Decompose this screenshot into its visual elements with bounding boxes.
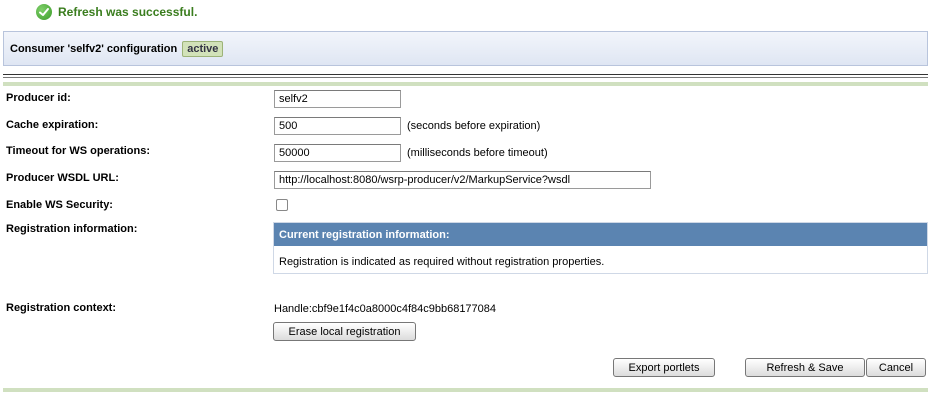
wsdl-url-label: Producer WSDL URL: xyxy=(6,172,119,184)
consumer-title: Consumer 'selfv2' configuration xyxy=(10,42,178,55)
ws-security-label: Enable WS Security: xyxy=(6,199,113,211)
divider xyxy=(3,82,928,86)
wsdl-url-input[interactable] xyxy=(274,171,651,189)
registration-panel-title: Current registration information: xyxy=(274,223,927,246)
ws-security-checkbox[interactable] xyxy=(276,199,288,211)
cache-expiration-hint: (seconds before expiration) xyxy=(407,120,541,132)
consumer-header: Consumer 'selfv2' configuration active xyxy=(3,31,928,66)
producer-id-input[interactable] xyxy=(274,90,401,108)
registration-handle: Handle:cbf9e1f4c0a8000c4f84c9bb68177084 xyxy=(274,303,497,315)
divider xyxy=(3,388,928,392)
registration-info-label: Registration information: xyxy=(6,223,138,235)
success-text: Refresh was successful. xyxy=(58,5,198,19)
registration-info-panel: Current registration information: Regist… xyxy=(273,222,928,274)
registration-panel-text: Registration is indicated as required wi… xyxy=(279,256,605,268)
timeout-input[interactable] xyxy=(274,144,401,162)
cache-expiration-input[interactable] xyxy=(274,117,401,135)
timeout-label: Timeout for WS operations: xyxy=(6,145,151,157)
cancel-button[interactable]: Cancel xyxy=(866,358,926,377)
producer-id-label: Producer id: xyxy=(6,92,71,104)
erase-registration-button[interactable]: Erase local registration xyxy=(273,322,416,341)
success-message: Refresh was successful. xyxy=(36,4,197,20)
export-portlets-button[interactable]: Export portlets xyxy=(613,358,715,377)
registration-context-label: Registration context: xyxy=(6,302,117,314)
check-icon xyxy=(36,4,52,20)
divider xyxy=(3,74,928,75)
cache-expiration-label: Cache expiration: xyxy=(6,119,99,131)
refresh-save-button[interactable]: Refresh & Save xyxy=(745,358,865,377)
timeout-hint: (milliseconds before timeout) xyxy=(407,147,548,159)
divider xyxy=(3,77,928,78)
status-badge: active xyxy=(182,40,224,57)
